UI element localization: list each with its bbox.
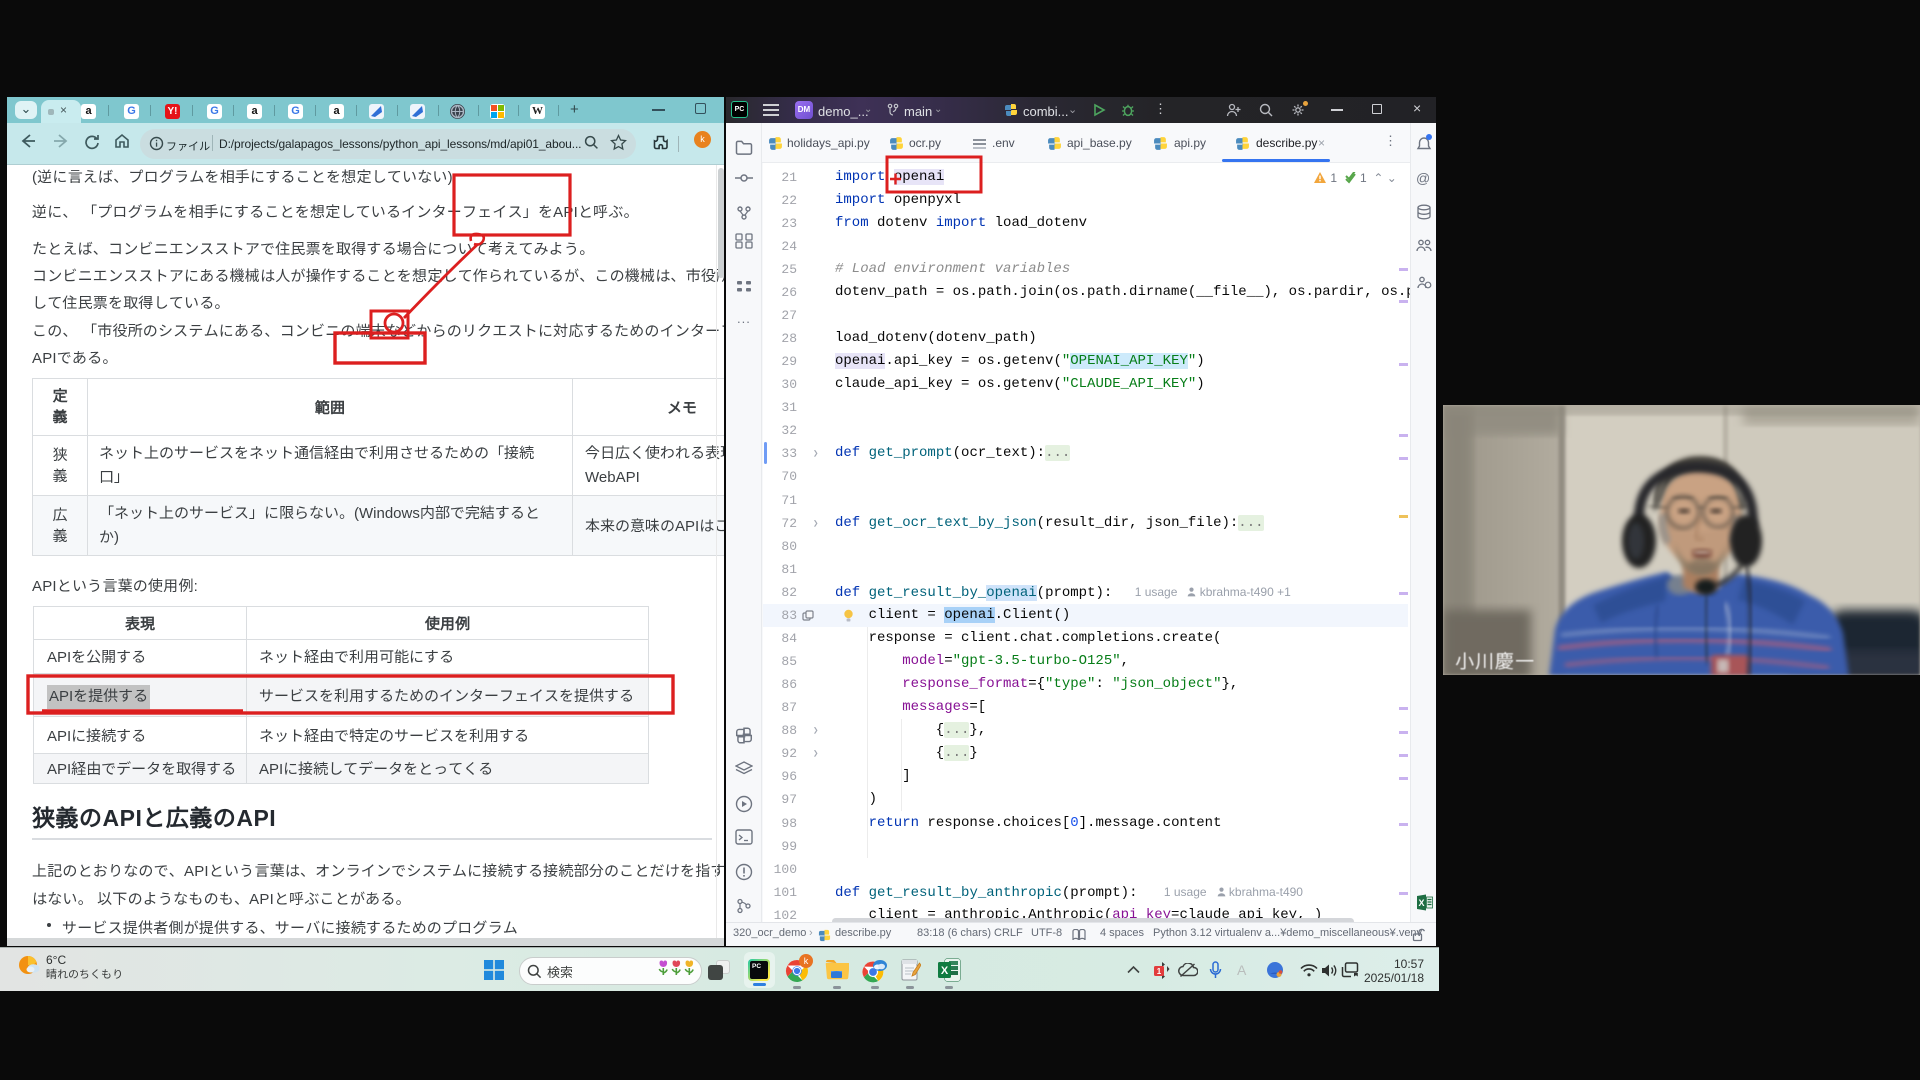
svg-text:1: 1 bbox=[1157, 967, 1162, 976]
svg-text:X: X bbox=[1418, 898, 1424, 908]
svg-text:X: X bbox=[941, 965, 949, 977]
